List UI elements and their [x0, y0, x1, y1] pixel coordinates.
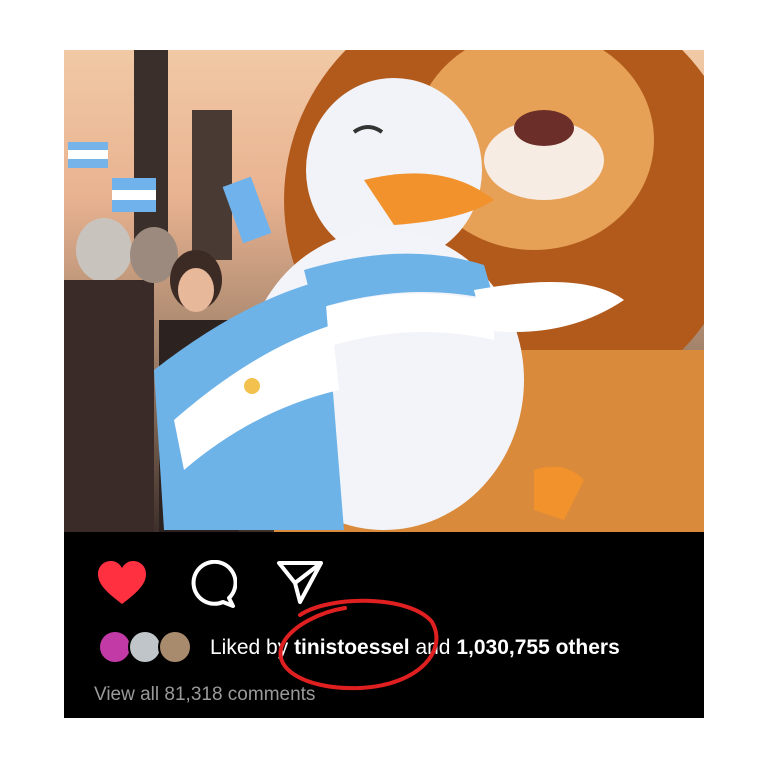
liked-by-middle: and — [415, 636, 451, 659]
likes-count-link[interactable]: 1,030,755 others — [456, 636, 619, 659]
likes-row: Liked by tinistoessel and 1,030,755 othe… — [98, 630, 698, 666]
liked-by-user-link[interactable]: tinistoessel — [294, 636, 410, 659]
avatar[interactable] — [158, 630, 192, 664]
lion-nose — [514, 110, 574, 146]
heart-icon[interactable] — [96, 560, 148, 611]
sun-of-may — [244, 378, 260, 394]
post-image[interactable] — [64, 50, 704, 532]
view-all-comments-link[interactable]: View all 81,318 comments — [94, 684, 315, 706]
instagram-post: Liked by tinistoessel and 1,030,755 othe… — [64, 50, 704, 718]
avatar[interactable] — [128, 630, 162, 664]
liked-by-text: Liked by tinistoessel and 1,030,755 othe… — [210, 636, 620, 660]
illustration — [64, 50, 704, 532]
avatar[interactable] — [98, 630, 132, 664]
person-3-face — [178, 268, 214, 312]
liked-by-prefix: Liked by — [210, 636, 289, 659]
person-1-body — [64, 280, 154, 532]
person-1-head — [76, 218, 132, 282]
building — [192, 110, 232, 260]
send-icon[interactable] — [276, 558, 324, 611]
comment-icon[interactable] — [189, 559, 238, 613]
obelisk — [134, 50, 168, 250]
action-bar — [64, 532, 704, 612]
